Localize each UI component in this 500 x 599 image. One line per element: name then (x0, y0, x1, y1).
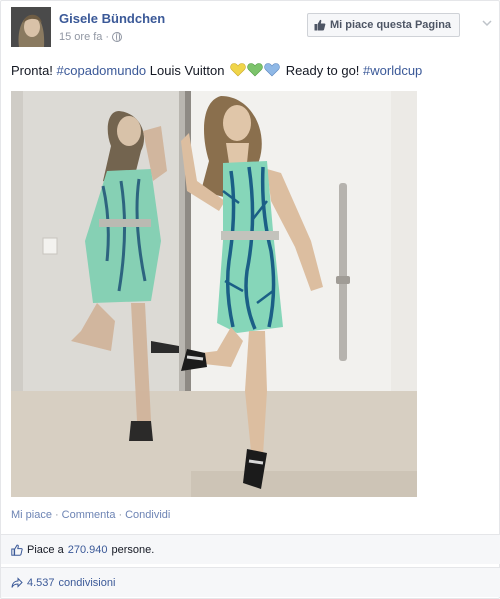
likes-suffix: persone. (111, 543, 155, 556)
action-separator: · (118, 509, 123, 521)
post-message: Pronta! #copadomundo Louis Vuitton Ready… (11, 63, 422, 78)
shares-summary[interactable]: 4.537 condivisioni (1, 567, 500, 597)
share-link[interactable]: Condividi (125, 509, 170, 521)
thumbs-up-icon (314, 19, 326, 31)
meta-separator: · (105, 31, 110, 43)
likes-count-link[interactable]: 270.940 (68, 544, 108, 556)
author-name[interactable]: Gisele Bündchen (59, 11, 165, 26)
action-separator: · (54, 509, 59, 521)
post-header: Gisele Bündchen 15 ore fa · Mi piace que… (11, 7, 493, 51)
post-actions: Mi piace · Commenta · Condividi (11, 509, 170, 521)
likes-summary: Piace a 270.940 persone. (1, 534, 500, 564)
like-link[interactable]: Mi piace (11, 509, 52, 521)
globe-icon (112, 32, 123, 42)
shares-label[interactable]: condivisioni (59, 577, 116, 589)
post-text-part: Pronta! (11, 63, 57, 78)
facebook-post: Gisele Bündchen 15 ore fa · Mi piace que… (0, 0, 500, 599)
hashtag-link[interactable]: #worldcup (363, 63, 422, 78)
chevron-down-icon[interactable] (481, 17, 493, 29)
author-avatar[interactable] (11, 7, 51, 47)
post-photo[interactable] (11, 91, 417, 497)
shares-count[interactable]: 4.537 (27, 577, 55, 589)
post-text-part: Louis Vuitton (146, 63, 229, 78)
like-page-button[interactable]: Mi piace questa Pagina (307, 13, 461, 37)
likes-prefix: Piace a (27, 543, 64, 556)
like-page-label: Mi piace questa Pagina (330, 19, 452, 31)
hearts-emoji-icon (230, 63, 280, 77)
post-timestamp[interactable]: 15 ore fa (59, 31, 102, 43)
post-text-part: Ready to go! (282, 63, 364, 78)
share-arrow-icon (11, 576, 23, 588)
hashtag-link[interactable]: #copadomundo (57, 63, 147, 78)
post-meta: 15 ore fa · (59, 31, 123, 43)
thumbs-up-icon (11, 544, 23, 556)
comment-link[interactable]: Commenta (62, 509, 116, 521)
